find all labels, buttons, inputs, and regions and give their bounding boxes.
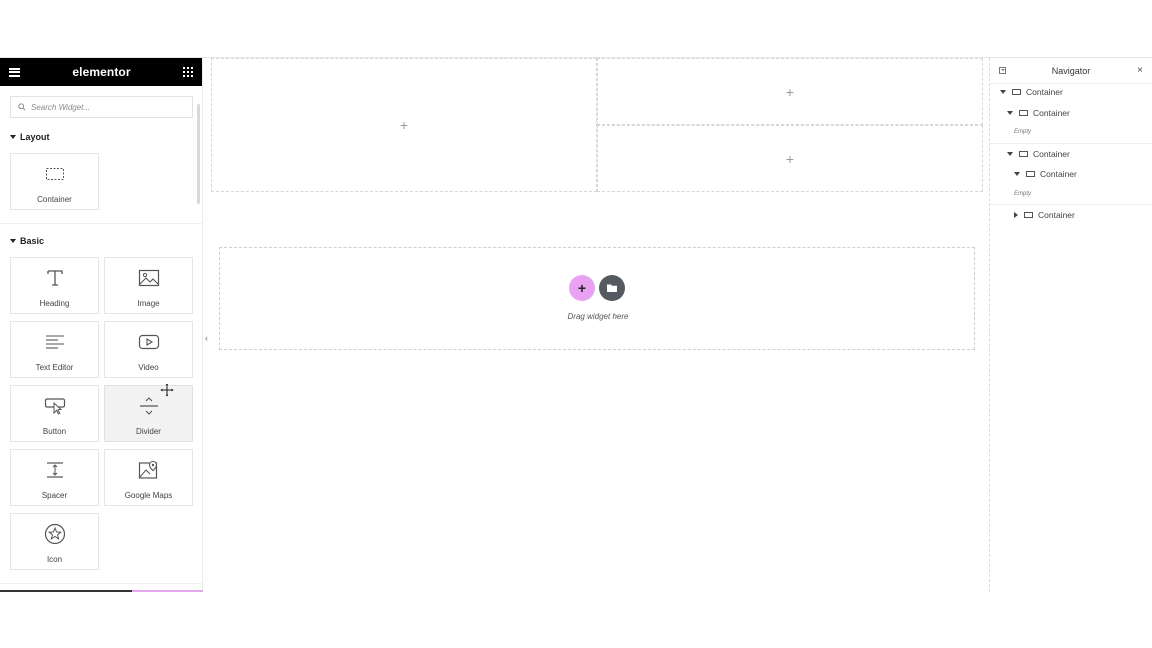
search-icon	[18, 103, 26, 111]
editor-canvas: + + + + Drag widget here	[211, 58, 989, 592]
navigator-item[interactable]: Container	[990, 164, 1152, 184]
caret-down-icon	[10, 239, 16, 243]
navigator-item-label: Container	[1026, 87, 1063, 97]
spacer-icon	[44, 459, 66, 481]
divider-icon	[138, 395, 160, 417]
caret-down-icon[interactable]	[1000, 90, 1006, 94]
empty-indicator: Empty	[1014, 191, 1032, 197]
navigator-title: Navigator	[1051, 65, 1091, 76]
text-editor-icon	[44, 331, 66, 353]
editor-window: elementor Layout Container Basic	[0, 57, 1152, 592]
widget-label: Text Editor	[35, 363, 74, 372]
brand-logo: elementor	[72, 65, 131, 79]
widget-divider[interactable]: Divider	[104, 385, 193, 442]
navigator-item[interactable]: Container	[990, 144, 1152, 164]
widget-video[interactable]: Video	[104, 321, 193, 378]
container-icon	[1024, 212, 1033, 218]
widget-label: Video	[138, 363, 159, 372]
section-basic[interactable]: Basic	[10, 236, 44, 246]
widget-label: Container	[37, 195, 72, 204]
widget-button[interactable]: Button	[10, 385, 99, 442]
add-section-area[interactable]: + Drag widget here	[219, 247, 975, 350]
widgets-grid-icon[interactable]	[182, 67, 193, 77]
search-input[interactable]	[31, 102, 181, 112]
close-icon[interactable]: ×	[1137, 65, 1143, 76]
footer-progress-dark	[0, 590, 132, 592]
collapse-panel-icon[interactable]: ‹	[205, 333, 208, 343]
navigator-item-label: Container	[1033, 149, 1070, 159]
container-icon	[1019, 151, 1028, 157]
divider	[0, 583, 203, 584]
widget-label: Google Maps	[124, 491, 173, 500]
navigator-header: Navigator ×	[990, 58, 1152, 84]
container-drop-zone[interactable]: +	[597, 58, 983, 125]
caret-right-icon[interactable]	[1014, 212, 1018, 218]
add-element-icon[interactable]: +	[400, 117, 408, 133]
section-layout[interactable]: Layout	[10, 132, 50, 142]
star-icon	[44, 523, 66, 545]
add-element-icon[interactable]: +	[786, 151, 794, 167]
image-icon	[138, 267, 160, 289]
widget-spacer[interactable]: Spacer	[10, 449, 99, 506]
widget-google-maps[interactable]: Google Maps	[104, 449, 193, 506]
widget-heading[interactable]: Heading	[10, 257, 99, 314]
widget-label: Spacer	[41, 491, 68, 500]
navigator-item-label: Container	[1040, 169, 1077, 179]
panel-scrollbar[interactable]	[197, 104, 200, 204]
panel-header: elementor	[0, 58, 202, 86]
widget-text-editor[interactable]: Text Editor	[10, 321, 99, 378]
container-icon	[1012, 89, 1021, 95]
add-section-button[interactable]: +	[569, 275, 595, 301]
widget-label: Button	[42, 427, 67, 436]
video-icon	[138, 331, 160, 353]
drag-widget-hint: Drag widget here	[567, 312, 629, 321]
navigator-item[interactable]: Container	[990, 103, 1152, 123]
add-element-icon[interactable]: +	[786, 84, 794, 100]
caret-down-icon[interactable]	[1007, 111, 1013, 115]
google-maps-icon	[138, 459, 160, 481]
navigator-item[interactable]: Container	[990, 82, 1152, 102]
hamburger-menu-icon[interactable]	[9, 67, 20, 77]
template-library-button[interactable]	[599, 275, 625, 301]
container-drop-zone[interactable]: +	[211, 58, 597, 192]
navigator-item-label: Container	[1033, 108, 1070, 118]
navigator-panel: Navigator × Container Container Empty Co…	[989, 58, 1152, 592]
footer-progress	[0, 590, 203, 592]
widget-icon[interactable]: Icon	[10, 513, 99, 570]
caret-down-icon[interactable]	[1014, 172, 1020, 176]
widget-container[interactable]: Container	[10, 153, 99, 210]
folder-icon	[607, 284, 617, 292]
section-title: Basic	[20, 236, 45, 246]
collapse-all-icon[interactable]	[999, 67, 1006, 74]
container-drop-zone[interactable]: +	[597, 125, 983, 192]
container-icon	[45, 163, 65, 185]
button-icon	[44, 395, 66, 417]
navigator-item[interactable]: Container	[990, 205, 1152, 225]
plus-icon: +	[577, 280, 587, 296]
empty-indicator: Empty	[1014, 129, 1032, 135]
container-icon	[1026, 171, 1035, 177]
navigator-item-label: Container	[1038, 210, 1075, 220]
widget-label: Image	[137, 299, 160, 308]
widgets-panel: elementor Layout Container Basic	[0, 58, 203, 592]
widget-label: Icon	[46, 555, 63, 564]
widget-label: Heading	[39, 299, 70, 308]
heading-icon	[45, 267, 65, 289]
widget-label: Divider	[136, 427, 161, 436]
widget-image[interactable]: Image	[104, 257, 193, 314]
search-widget-field[interactable]	[10, 96, 193, 118]
container-icon	[1019, 110, 1028, 116]
divider	[0, 223, 203, 224]
move-cursor-icon	[159, 382, 175, 402]
caret-down-icon[interactable]	[1007, 152, 1013, 156]
caret-down-icon	[10, 135, 16, 139]
section-title: Layout	[20, 132, 50, 142]
footer-progress-pink	[132, 590, 203, 592]
